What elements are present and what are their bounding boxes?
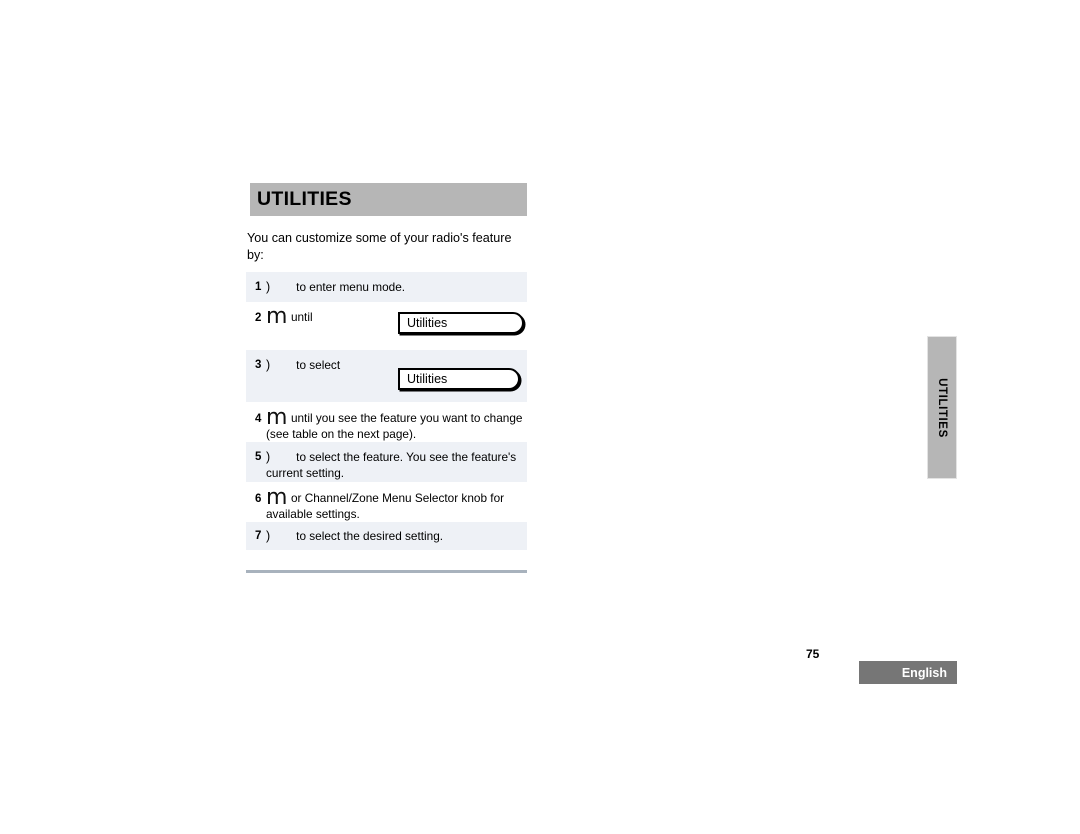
step-number: 1 — [255, 281, 262, 293]
intro-paragraph: You can customize some of your radio's f… — [247, 231, 512, 262]
lcd-display-step2: Utilities — [398, 312, 524, 334]
step-number: 4 — [255, 413, 262, 425]
side-index-tab-label: UTILITIES — [936, 377, 948, 438]
step-number: 5 — [255, 451, 262, 463]
step-row: 4 m until you see the feature you want to… — [246, 402, 527, 442]
step-body: m until you see the feature you want to c… — [266, 405, 527, 442]
step-number: 3 — [255, 359, 262, 371]
paren-glyph-icon: ) — [266, 529, 271, 543]
step-text: or Channel/Zone Menu Selector knob for a… — [266, 491, 505, 521]
paren-glyph-icon: ) — [266, 358, 271, 372]
lcd-display-text: Utilities — [407, 372, 448, 386]
side-index-tab: UTILITIES — [927, 336, 957, 479]
step-body: ) to select the feature. You see the feat… — [266, 449, 527, 481]
page-title: UTILITIES — [257, 187, 352, 210]
menu-button-glyph-icon: m — [266, 485, 287, 510]
step-body: ) to select the desired setting. — [266, 528, 527, 544]
menu-button-glyph-icon: m — [266, 405, 287, 430]
step-row: 6 m or Channel/Zone Menu Selector knob fo… — [246, 482, 527, 522]
step-number: 2 — [255, 312, 262, 324]
step-text: to enter menu mode. — [296, 280, 406, 294]
section-header: UTILITIES — [245, 183, 527, 216]
paren-glyph-icon: ) — [266, 450, 271, 464]
manual-page: UTILITIES You can customize some of your… — [0, 0, 1080, 834]
step-row: 5 ) to select the feature. You see the fe… — [246, 442, 527, 482]
step-text: to select the feature. You see the featu… — [266, 450, 517, 480]
step-text: to select the desired setting. — [296, 529, 444, 543]
step-text: to select — [296, 358, 341, 372]
step-body: ) to enter menu mode. — [266, 279, 527, 295]
step-number: 6 — [255, 493, 262, 505]
paren-glyph-icon: ) — [266, 280, 271, 294]
step-number: 7 — [255, 530, 262, 542]
table-bottom-rule — [246, 570, 527, 573]
lcd-display-text: Utilities — [407, 316, 448, 330]
language-badge: English — [859, 661, 957, 684]
step-body: m or Channel/Zone Menu Selector knob for … — [266, 485, 527, 522]
language-badge-label: English — [901, 665, 947, 680]
step-text: until you see the feature you want to ch… — [266, 411, 523, 441]
step-row: 1 ) to enter menu mode. — [246, 272, 527, 302]
lcd-display-step3: Utilities — [398, 368, 520, 390]
page-number: 75 — [806, 647, 820, 661]
step-row: 7 ) to select the desired setting. — [246, 522, 527, 550]
menu-button-glyph-icon: m — [266, 304, 287, 329]
step-text: until — [290, 310, 313, 324]
